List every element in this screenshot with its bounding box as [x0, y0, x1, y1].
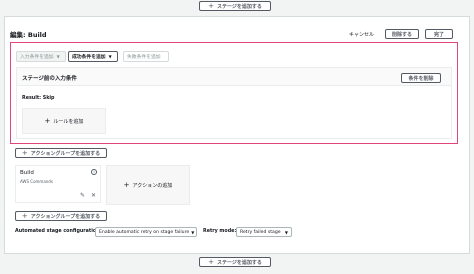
add-rule-label: ルールを追加 — [53, 118, 84, 125]
info-icon[interactable]: i — [91, 169, 97, 175]
chevron-down-icon: ▼ — [108, 54, 112, 59]
add-rule-card[interactable]: + ルールを追加 — [22, 108, 106, 134]
add-stage-button-bottom[interactable]: + ステージを追加する — [199, 257, 271, 267]
add-action-group-label: アクショングループを追加する — [30, 150, 101, 157]
chevron-down-icon: ▼ — [191, 229, 195, 235]
add-stage-label: ステージを追加する — [216, 259, 262, 266]
entry-condition-header — [17, 68, 451, 86]
tab-success-label: 成功条件を追加 — [72, 55, 106, 60]
result-label: Result: Skip — [22, 96, 55, 101]
add-action-group-label: アクショングループを追加する — [30, 213, 101, 220]
tab-failure-condition[interactable]: 失敗条件を追加 — [123, 51, 169, 62]
automated-retry-value: Enable automatic retry on stage failure — [99, 229, 190, 235]
plus-icon: + — [21, 211, 28, 220]
automated-retry-select[interactable]: Enable automatic retry on stage failure … — [95, 227, 197, 237]
delete-button[interactable]: 削除する — [385, 29, 419, 39]
chevron-down-icon: ▼ — [56, 54, 60, 59]
add-stage-label: ステージを追加する — [216, 3, 262, 10]
retry-mode-value: Retry failed stage — [240, 229, 281, 235]
close-icon[interactable]: ✕ — [91, 193, 96, 199]
automated-stage-config-label: Automated stage configuration: — [15, 229, 102, 234]
tab-entry-label: 入力条件を追加 — [20, 55, 54, 60]
done-button[interactable]: 完了 — [425, 29, 453, 39]
add-action-group-button-bottom[interactable]: + アクショングループを追加する — [15, 211, 107, 221]
action-name[interactable]: Build — [20, 170, 34, 176]
action-provider: AWS Commands — [20, 179, 53, 184]
tab-success-condition[interactable]: 成功条件を追加 ▼ — [68, 51, 118, 62]
retry-mode-select[interactable]: Retry failed stage ▼ — [236, 227, 292, 237]
add-action-label: アクションの追加 — [132, 182, 173, 189]
page-title: 編集: Build — [10, 31, 47, 39]
tab-failure-label: 失敗条件を追加 — [127, 55, 161, 60]
plus-icon: + — [208, 1, 214, 10]
tab-entry-condition[interactable]: 入力条件を追加 ▼ — [16, 51, 66, 62]
done-label: 完了 — [433, 31, 444, 38]
plus-icon: + — [123, 181, 130, 189]
plus-icon: + — [208, 257, 214, 266]
cancel-button[interactable]: キャンセル — [349, 31, 374, 38]
chevron-down-icon: ▼ — [284, 229, 288, 235]
add-action-card[interactable]: + アクションの追加 — [106, 165, 190, 205]
plus-icon: + — [44, 117, 51, 125]
retry-mode-label: Retry mode: — [203, 229, 237, 234]
delete-condition-label: 条件を削除 — [408, 75, 434, 82]
add-action-group-button-top[interactable]: + アクショングループを追加する — [15, 148, 107, 158]
edit-icon[interactable]: ✎ — [80, 193, 85, 199]
entry-condition-title: ステージ前の入力条件 — [22, 76, 77, 82]
delete-label: 削除する — [391, 31, 412, 38]
delete-condition-button[interactable]: 条件を削除 — [401, 73, 441, 83]
plus-icon: + — [21, 148, 28, 157]
add-stage-button-top[interactable]: + ステージを追加する — [199, 1, 271, 11]
